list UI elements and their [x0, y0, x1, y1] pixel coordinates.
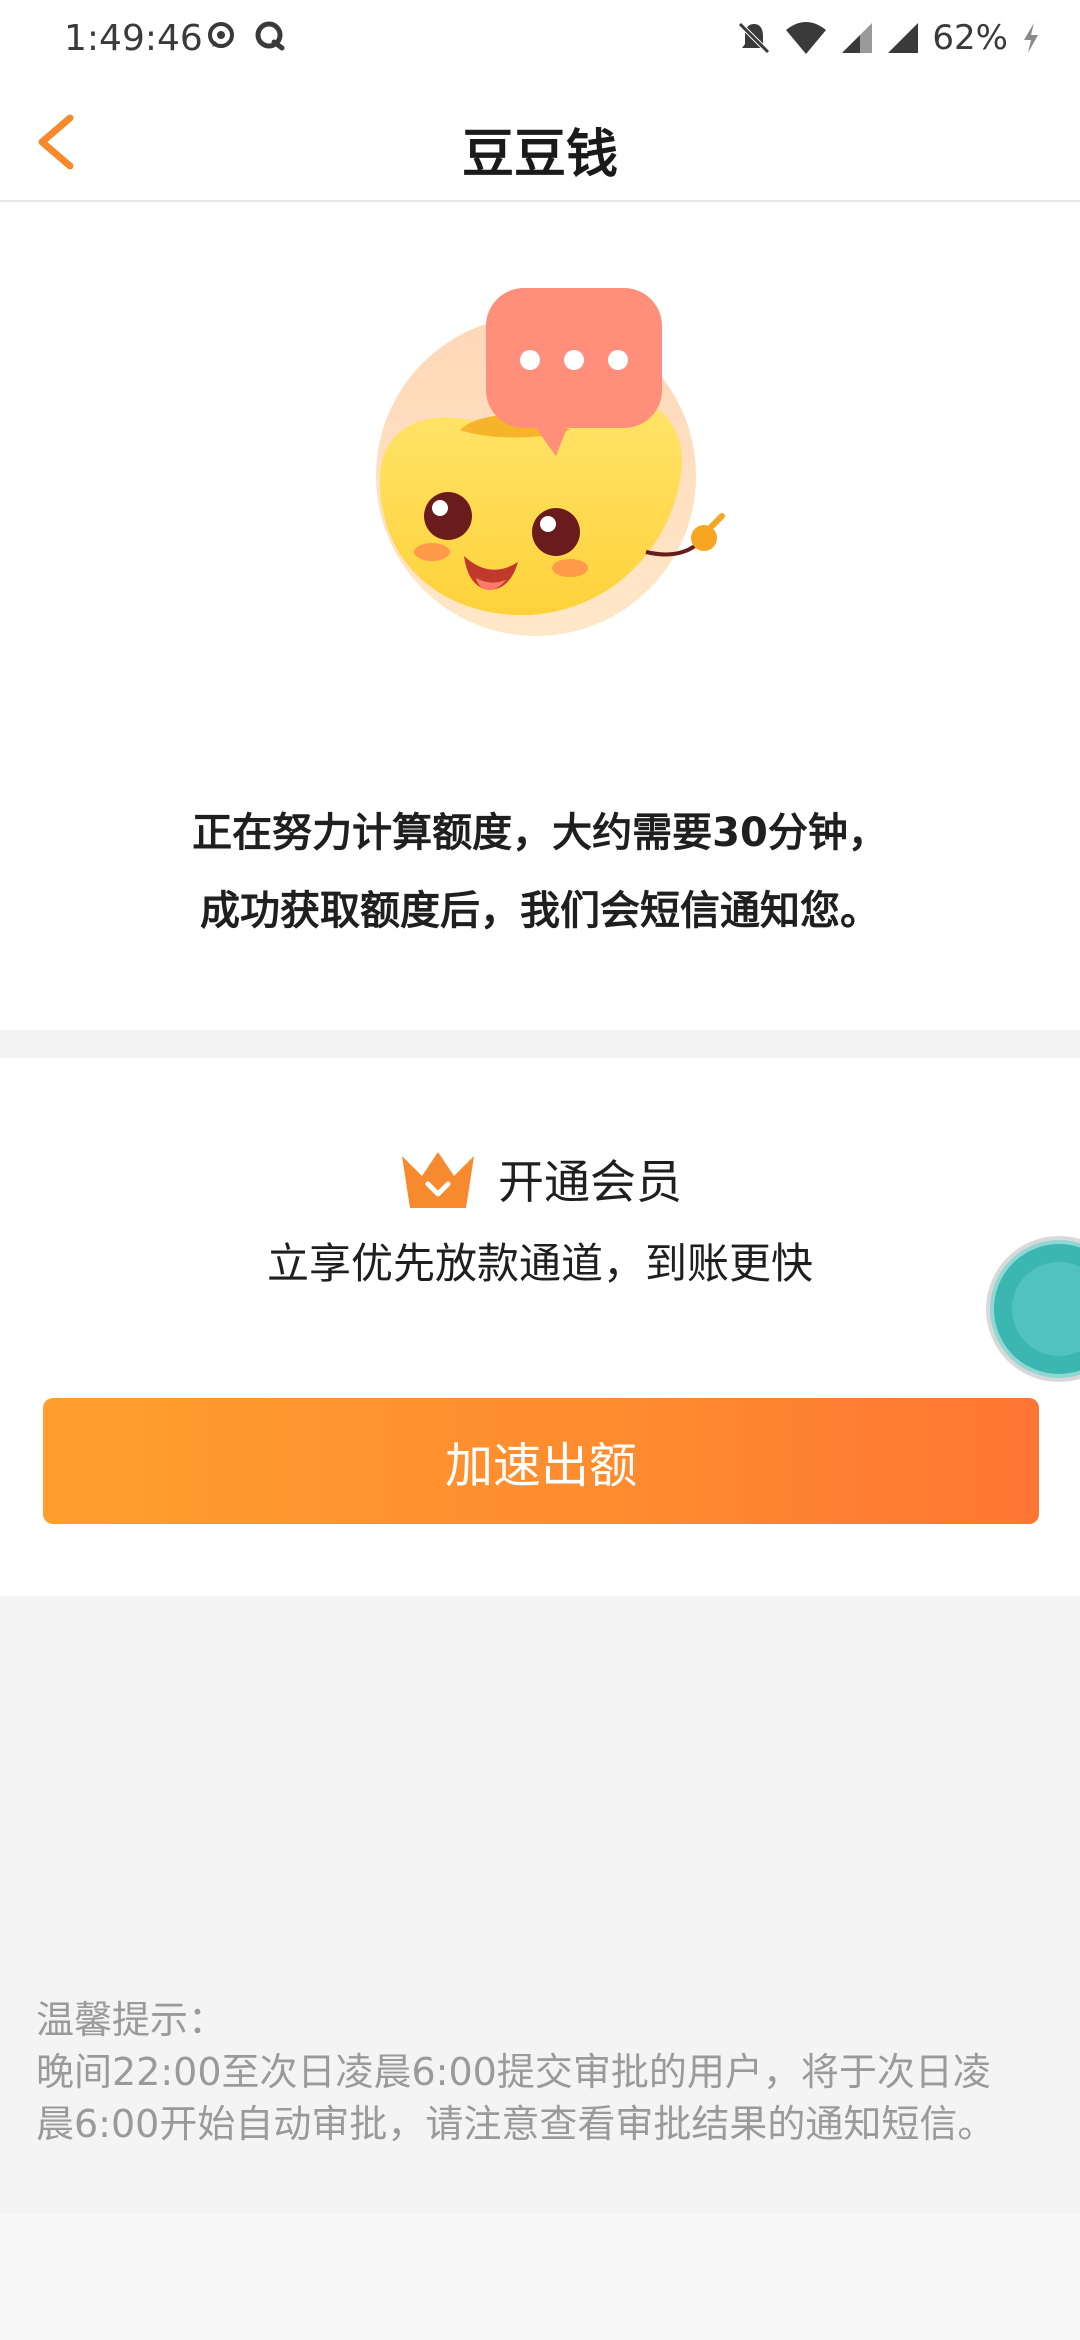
message-line-1: 正在努力计算额度，大约需要30分钟，: [192, 810, 888, 856]
member-title: 开通会员: [498, 1155, 682, 1209]
calculating-message: 正在努力计算额度，大约需要30分钟， 成功获取额度后，我们会短信通知您。: [0, 794, 1080, 950]
bean-mascot-chat-icon: [376, 288, 725, 636]
charging-icon: [1024, 23, 1038, 53]
tips-line-1: 晚间22:00至次日凌晨6:00提交审批的用户，将于次日凌: [36, 2050, 991, 2094]
tips-section: 温馨提示： 晚间22:00至次日凌晨6:00提交审批的用户，将于次日凌 晨6:0…: [36, 1994, 1046, 2150]
bottom-area: [0, 2214, 1080, 2340]
battery-percent: 62%: [932, 18, 1008, 58]
message-line-2: 成功获取额度后，我们会短信通知您。: [200, 888, 880, 934]
signal-icon: [842, 23, 873, 53]
mute-bell-icon: [738, 22, 771, 54]
speed-up-button[interactable]: 加速出额: [43, 1398, 1039, 1524]
assistant-icon: [1012, 1262, 1080, 1356]
member-subtitle: 立享优先放款通道，到账更快: [266, 1239, 813, 1288]
notification-icons: [206, 20, 286, 52]
tips-heading: 温馨提示：: [36, 1998, 227, 2042]
app-header: 豆豆钱: [0, 84, 1080, 202]
page-title: 豆豆钱: [461, 125, 618, 185]
signal-icon: [888, 23, 919, 53]
system-icons: 62%: [736, 18, 1042, 58]
status-bar: 1:49:46 62%: [0, 0, 1080, 84]
crown-icon: [402, 1152, 474, 1208]
status-card: 正在努力计算额度，大约需要30分钟， 成功获取额度后，我们会短信通知您。: [0, 202, 1080, 1030]
membership-card: 开通会员 立享优先放款通道，到账更快 加速出额: [0, 1058, 1080, 1596]
tips-line-2: 晨6:00开始自动审批，请注意查看审批结果的通知短信。: [36, 2102, 996, 2146]
status-time: 1:49:46: [64, 18, 203, 59]
q-app-icon: [255, 21, 285, 51]
member-title-row: 开通会员: [0, 1146, 1080, 1212]
chat-bubble-icon: [208, 22, 234, 48]
wifi-icon: [786, 22, 827, 54]
